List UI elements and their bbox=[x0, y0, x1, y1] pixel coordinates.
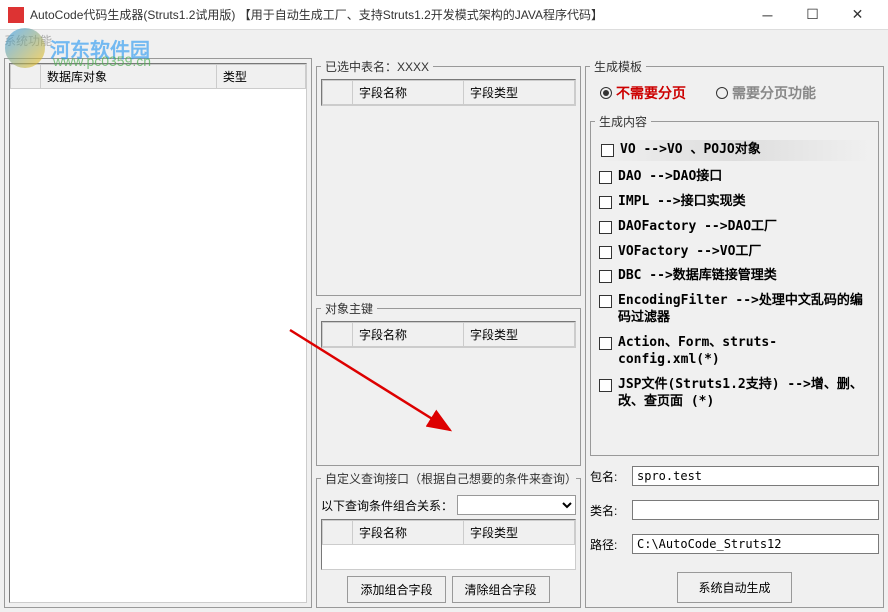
package-label: 包名: bbox=[590, 468, 628, 485]
db-objects-table[interactable]: 数据库对象 类型 bbox=[9, 63, 307, 603]
keys-legend: 对象主键 bbox=[321, 300, 377, 317]
app-icon bbox=[8, 7, 24, 23]
generate-template-panel: 生成模板 不需要分页 需要分页功能 生成内容 VO -->VO 、POJO对象 bbox=[585, 58, 884, 608]
add-combo-field-button[interactable]: 添加组合字段 bbox=[347, 576, 445, 603]
check-vofactory[interactable]: VOFactory -->VO工厂 bbox=[599, 244, 870, 261]
db-objects-panel: 数据库对象 类型 bbox=[4, 58, 312, 608]
content-legend: 生成内容 bbox=[595, 113, 651, 130]
object-keys-panel: 对象主键 字段名称 字段类型 bbox=[316, 300, 581, 466]
selected-table-legend: 已选中表名：XXXX bbox=[321, 58, 433, 75]
radio-pagination[interactable]: 需要分页功能 bbox=[716, 83, 816, 103]
checkbox-icon bbox=[599, 379, 612, 392]
custom-query-panel: 自定义查询接口（根据自己想要的条件来查询） 以下查询条件组合关系： 字段名称 字… bbox=[316, 470, 581, 608]
col-blank bbox=[323, 521, 353, 545]
col-fieldname[interactable]: 字段名称 bbox=[353, 81, 464, 105]
col-key-fieldtype[interactable]: 字段类型 bbox=[464, 323, 575, 347]
template-legend: 生成模板 bbox=[590, 58, 646, 75]
check-impl[interactable]: IMPL -->接口实现类 bbox=[599, 194, 870, 211]
close-button[interactable]: ✕ bbox=[835, 0, 880, 30]
radio-no-pagination[interactable]: 不需要分页 bbox=[600, 83, 686, 103]
clear-combo-field-button[interactable]: 清除组合字段 bbox=[452, 576, 550, 603]
check-vo[interactable]: VO -->VO 、POJO对象 bbox=[599, 140, 870, 161]
checkbox-icon bbox=[601, 144, 614, 157]
check-action-form[interactable]: Action、Form、struts-config.xml(*) bbox=[599, 335, 870, 369]
checkbox-icon bbox=[599, 270, 612, 283]
check-dao[interactable]: DAO -->DAO接口 bbox=[599, 169, 870, 186]
col-dbobject[interactable]: 数据库对象 bbox=[41, 65, 217, 89]
path-label: 路径: bbox=[590, 536, 628, 553]
combo-relation-select[interactable] bbox=[457, 495, 576, 515]
generate-content-panel: 生成内容 VO -->VO 、POJO对象 DAO -->DAO接口 IMPL … bbox=[590, 113, 879, 456]
menubar: 系统功能 bbox=[0, 30, 888, 54]
col-fieldtype[interactable]: 字段类型 bbox=[464, 81, 575, 105]
window-title: AutoCode代码生成器(Struts1.2试用版) 【用于自动生成工厂、支持… bbox=[30, 6, 745, 23]
custom-fields-table[interactable]: 字段名称 字段类型 bbox=[321, 519, 576, 570]
selected-table-panel: 已选中表名：XXXX 字段名称 字段类型 bbox=[316, 58, 581, 296]
radio-dot-icon bbox=[716, 87, 728, 99]
minimize-button[interactable]: ─ bbox=[745, 0, 790, 30]
fields-table[interactable]: 字段名称 字段类型 bbox=[321, 79, 576, 106]
col-blank bbox=[323, 323, 353, 347]
keys-table[interactable]: 字段名称 字段类型 bbox=[321, 321, 576, 348]
col-blank bbox=[323, 81, 353, 105]
col-custom-fieldname[interactable]: 字段名称 bbox=[353, 521, 464, 545]
check-daofactory[interactable]: DAOFactory -->DAO工厂 bbox=[599, 219, 870, 236]
checkbox-icon bbox=[599, 337, 612, 350]
col-custom-fieldtype[interactable]: 字段类型 bbox=[464, 521, 575, 545]
package-input[interactable] bbox=[632, 466, 879, 486]
class-input[interactable] bbox=[632, 500, 879, 520]
check-jsp[interactable]: JSP文件(Struts1.2支持) -->增、删、改、查页面 (*) bbox=[599, 377, 870, 411]
combo-label: 以下查询条件组合关系： bbox=[321, 497, 453, 514]
checkbox-icon bbox=[599, 196, 612, 209]
checkbox-icon bbox=[599, 221, 612, 234]
radio-dot-icon bbox=[600, 87, 612, 99]
checkbox-icon bbox=[599, 171, 612, 184]
generate-button[interactable]: 系统自动生成 bbox=[677, 572, 791, 603]
col-blank bbox=[11, 65, 41, 89]
checkbox-icon bbox=[599, 246, 612, 259]
path-input[interactable] bbox=[632, 534, 879, 554]
check-dbc[interactable]: DBC -->数据库链接管理类 bbox=[599, 268, 870, 285]
col-key-fieldname[interactable]: 字段名称 bbox=[353, 323, 464, 347]
maximize-button[interactable]: ☐ bbox=[790, 0, 835, 30]
checkbox-icon bbox=[599, 295, 612, 308]
custom-legend: 自定义查询接口（根据自己想要的条件来查询） bbox=[321, 470, 576, 487]
menu-system[interactable]: 系统功能 bbox=[4, 32, 52, 52]
check-encodingfilter[interactable]: EncodingFilter -->处理中文乱码的编码过滤器 bbox=[599, 293, 870, 327]
col-type[interactable]: 类型 bbox=[216, 65, 305, 89]
class-label: 类名: bbox=[590, 502, 628, 519]
